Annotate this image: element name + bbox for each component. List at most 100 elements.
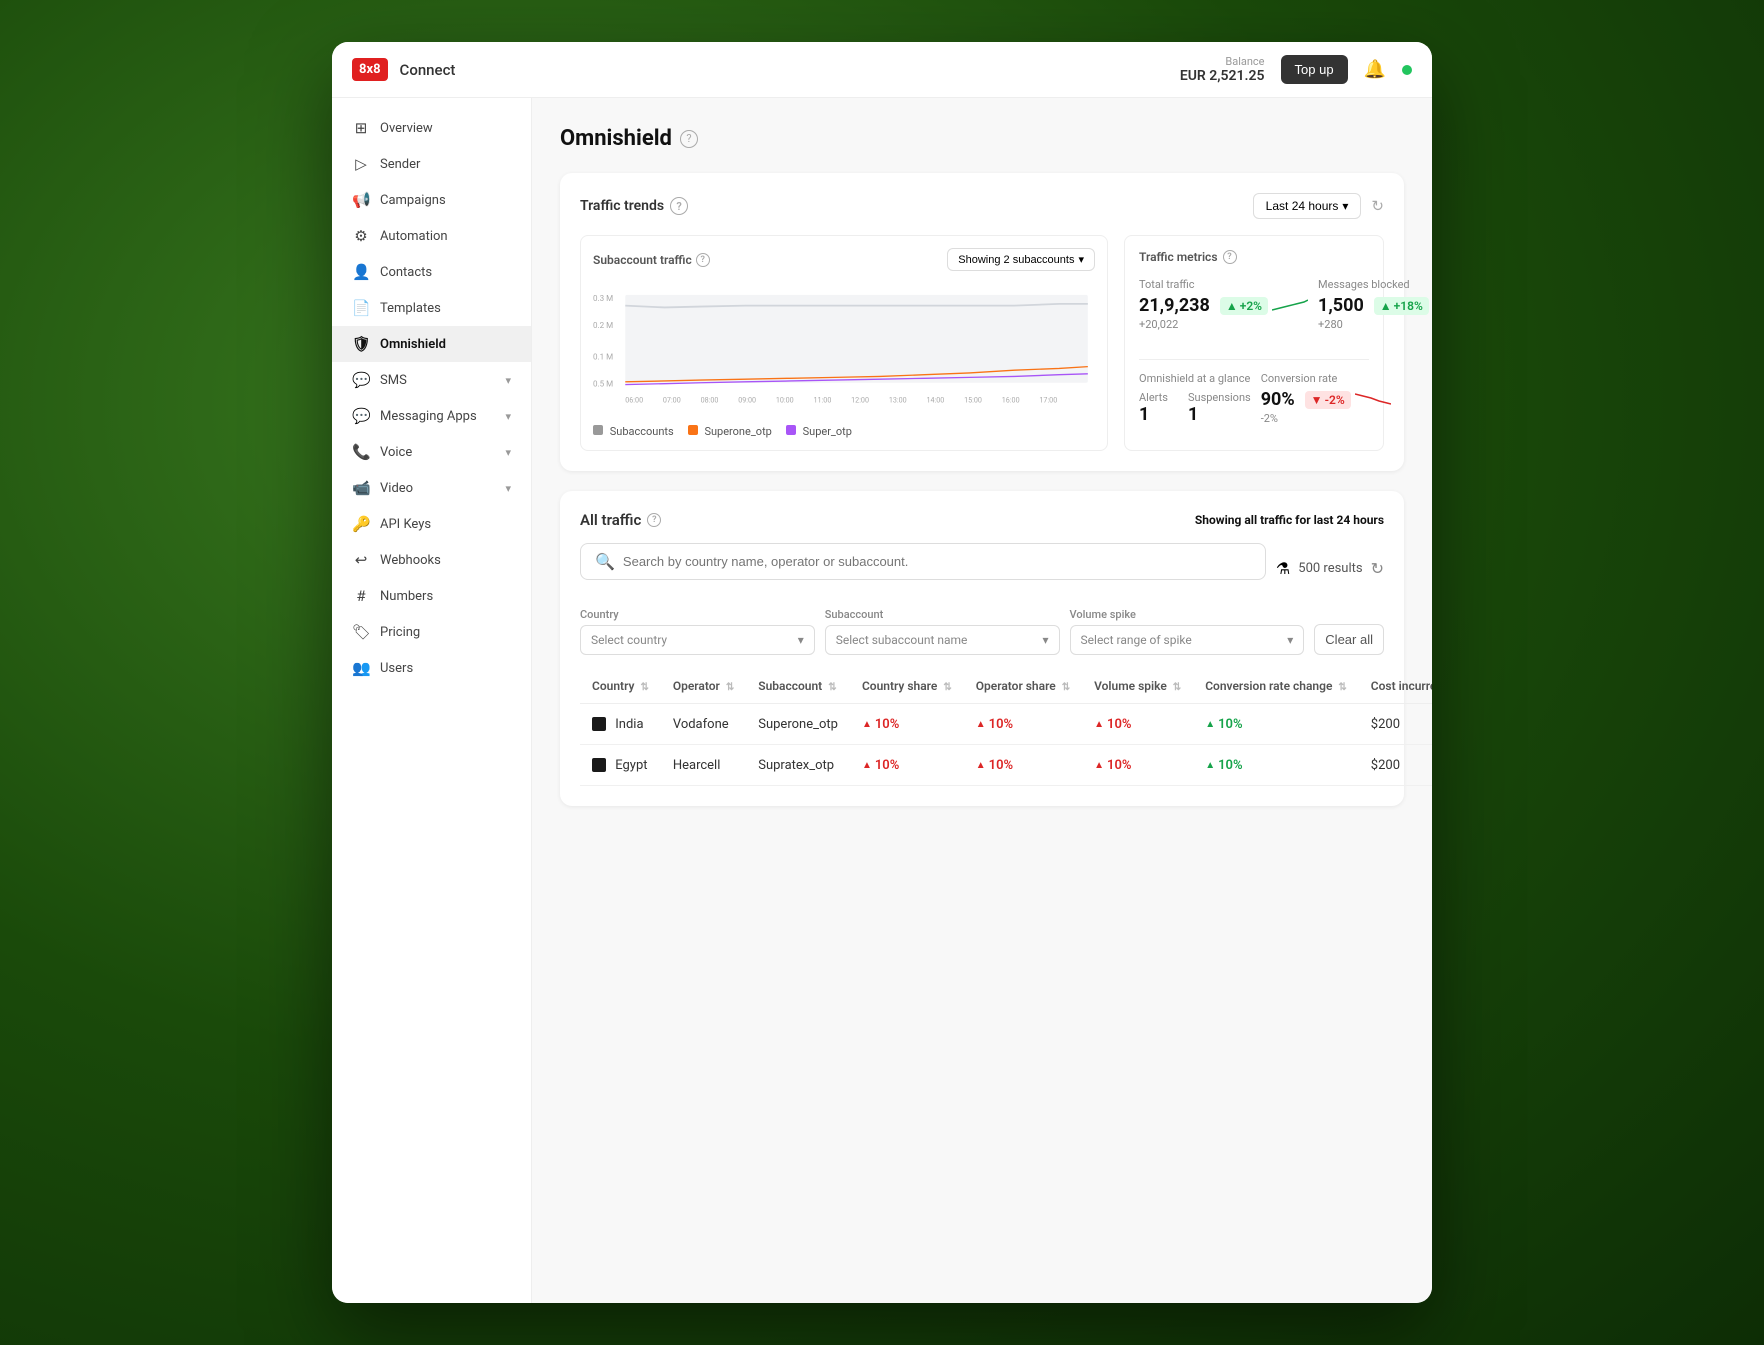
sidebar-item-label: Pricing xyxy=(380,625,420,640)
traffic-trends-info-icon[interactable]: ? xyxy=(670,197,688,215)
chart-legend: Subaccounts Superone_otp Super_otp xyxy=(593,425,1095,438)
chart-svg: 0.3 M 0.2 M 0.1 M 0.5 M xyxy=(593,281,1095,415)
sort-icon[interactable]: ⇅ xyxy=(1062,682,1070,693)
table-header: Country ⇅ Operator ⇅ Subaccount ⇅ xyxy=(580,669,1432,704)
table-row: India Vodafone Superone_otp ▲ 10% xyxy=(580,704,1432,745)
cell-country-share: ▲ 10% xyxy=(850,704,964,745)
sort-icon[interactable]: ⇅ xyxy=(828,682,836,693)
sidebar-item-messaging-apps[interactable]: 💬 Messaging Apps ▾ xyxy=(332,398,531,434)
sort-icon[interactable]: ⇅ xyxy=(943,682,951,693)
triangle-up-icon: ▲ xyxy=(976,719,986,730)
subaccount-filter-label: Subaccount xyxy=(825,608,1060,621)
col-operator-share: Operator share ⇅ xyxy=(964,669,1082,704)
sidebar-item-label: Sender xyxy=(380,157,420,172)
all-traffic-table: Country ⇅ Operator ⇅ Subaccount ⇅ xyxy=(580,669,1432,786)
cell-volume-spike: ▲ 10% xyxy=(1082,745,1193,786)
sort-icon[interactable]: ⇅ xyxy=(1173,682,1181,693)
subaccount-filter-group: Subaccount Select subaccount name ▾ xyxy=(825,608,1060,655)
sidebar-item-label: SMS xyxy=(380,373,407,388)
spike-up-green-indicator: ▲ 10% xyxy=(1205,758,1242,773)
sidebar-item-users[interactable]: 👥 Users xyxy=(332,650,531,686)
subaccount-info-icon[interactable]: ? xyxy=(696,253,710,267)
top-up-button[interactable]: Top up xyxy=(1281,55,1348,84)
sort-icon[interactable]: ⇅ xyxy=(640,682,648,693)
sidebar-item-label: Omnishield xyxy=(380,337,446,352)
all-traffic-header: All traffic ? Showing all traffic for la… xyxy=(580,511,1384,529)
cell-subaccount: Supratex_otp xyxy=(746,745,850,786)
cell-operator: Hearcell xyxy=(661,745,746,786)
svg-text:0.5 M: 0.5 M xyxy=(593,379,613,388)
sidebar-item-overview[interactable]: ⊞ Overview xyxy=(332,110,531,146)
cell-volume-spike: ▲ 10% xyxy=(1082,704,1193,745)
legend-subaccounts: Subaccounts xyxy=(593,425,674,438)
svg-text:15:00: 15:00 xyxy=(964,395,982,404)
bell-icon[interactable]: 🔔 xyxy=(1364,59,1386,80)
sidebar-item-label: Contacts xyxy=(380,265,432,280)
refresh-button[interactable]: ↻ xyxy=(1371,559,1384,578)
sidebar-item-templates[interactable]: 📄 Templates xyxy=(332,290,531,326)
chart-area: Subaccount traffic ? Showing 2 subaccoun… xyxy=(580,235,1108,451)
refresh-icon[interactable]: ↻ xyxy=(1371,197,1384,215)
subaccounts-filter-button[interactable]: Showing 2 subaccounts ▾ xyxy=(947,248,1095,271)
triangle-up-icon: ▲ xyxy=(1094,760,1104,771)
sidebar: ⊞ Overview ▷ Sender 📢 Campaigns ⚙ Automa… xyxy=(332,98,532,1303)
svg-text:0.1 M: 0.1 M xyxy=(593,352,613,361)
all-traffic-info-icon[interactable]: ? xyxy=(647,513,661,527)
sidebar-item-webhooks[interactable]: ↩ Webhooks xyxy=(332,542,531,578)
sidebar-item-label: Overview xyxy=(380,121,433,136)
time-filter-button[interactable]: Last 24 hours ▾ xyxy=(1253,193,1362,219)
filters-row: Country Select country ▾ Subaccount Sele… xyxy=(580,608,1384,655)
voice-icon: 📞 xyxy=(352,443,370,461)
table-body: India Vodafone Superone_otp ▲ 10% xyxy=(580,704,1432,786)
messages-blocked-badge: ▲ +18% xyxy=(1374,297,1429,315)
volume-spike-select[interactable]: Select range of spike ▾ xyxy=(1070,625,1305,655)
sidebar-item-numbers[interactable]: # Numbers xyxy=(332,578,531,614)
sidebar-item-sms[interactable]: 💬 SMS ▾ xyxy=(332,362,531,398)
page-title: Omnishield xyxy=(560,126,672,151)
sidebar-item-contacts[interactable]: 👤 Contacts xyxy=(332,254,531,290)
cell-country: Egypt xyxy=(580,745,661,786)
sidebar-item-label: Voice xyxy=(380,445,412,460)
cell-operator-share: ▲ 10% xyxy=(964,745,1082,786)
country-select[interactable]: Select country ▾ xyxy=(580,625,815,655)
sidebar-item-video[interactable]: 📹 Video ▾ xyxy=(332,470,531,506)
messages-blocked-metric: Messages blocked 1,500 ▲ +18% xyxy=(1318,278,1432,331)
all-traffic-title: All traffic ? xyxy=(580,511,661,529)
sidebar-item-pricing[interactable]: 🏷 Pricing xyxy=(332,614,531,650)
sidebar-item-automation[interactable]: ⚙ Automation xyxy=(332,218,531,254)
omnishield-cols: Alerts 1 Suspensions 1 xyxy=(1139,391,1251,425)
sort-icon[interactable]: ⇅ xyxy=(726,682,734,693)
subaccount-select[interactable]: Select subaccount name ▾ xyxy=(825,625,1060,655)
sidebar-item-label: Numbers xyxy=(380,589,433,604)
sidebar-item-omnishield[interactable]: 🛡 Omnishield xyxy=(332,326,531,362)
cell-cost-incurred: $200 xyxy=(1359,704,1432,745)
sidebar-item-label: Messaging Apps xyxy=(380,409,477,424)
cell-operator-share: ▲ 10% xyxy=(964,704,1082,745)
metrics-info-icon[interactable]: ? xyxy=(1223,250,1237,264)
filter-icon[interactable]: ⚗ xyxy=(1276,559,1290,578)
automation-icon: ⚙ xyxy=(352,227,370,245)
omnishield-icon: 🛡 xyxy=(352,335,370,353)
sort-icon[interactable]: ⇅ xyxy=(1338,682,1346,693)
svg-text:08:00: 08:00 xyxy=(701,395,719,404)
search-input[interactable] xyxy=(623,554,1251,569)
sidebar-item-label: Video xyxy=(380,481,413,496)
sidebar-item-sender[interactable]: ▷ Sender xyxy=(332,146,531,182)
sidebar-item-label: Users xyxy=(380,661,413,676)
flag-india xyxy=(592,717,606,731)
svg-text:17:00: 17:00 xyxy=(1039,395,1057,404)
sms-icon: 💬 xyxy=(352,371,370,389)
omnishield-info-icon[interactable]: ? xyxy=(680,130,698,148)
sidebar-item-api-keys[interactable]: 🔑 API Keys xyxy=(332,506,531,542)
sidebar-item-voice[interactable]: 📞 Voice ▾ xyxy=(332,434,531,470)
metrics-bottom-row: Omnishield at a glance Alerts 1 Suspensi… xyxy=(1139,372,1369,425)
spike-up-indicator: ▲ 10% xyxy=(1094,717,1131,732)
traffic-trends-title: Traffic trends ? xyxy=(580,197,688,215)
sidebar-item-campaigns[interactable]: 📢 Campaigns xyxy=(332,182,531,218)
contacts-icon: 👤 xyxy=(352,263,370,281)
search-row: 🔍 ⚗ 500 results ↻ xyxy=(580,543,1384,594)
cell-country: India xyxy=(580,704,661,745)
pricing-icon: 🏷 xyxy=(352,623,370,641)
clear-all-button[interactable]: Clear all xyxy=(1314,624,1384,655)
chevron-down-icon: ▾ xyxy=(1078,253,1084,266)
